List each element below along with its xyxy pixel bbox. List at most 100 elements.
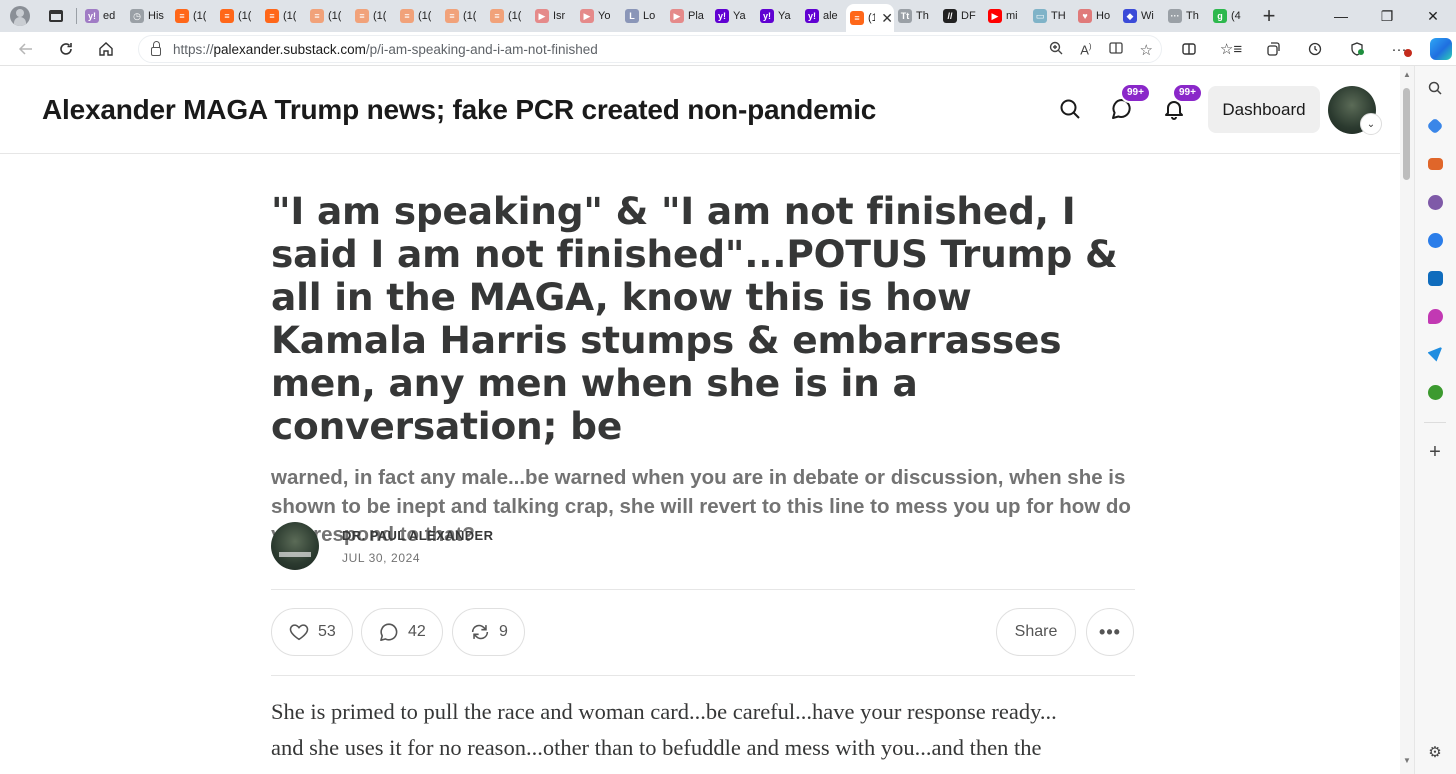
- browser-tab[interactable]: ◆ Wi: [1119, 3, 1164, 29]
- browser-tab[interactable]: ≡ (1(: [486, 3, 531, 29]
- page-scrollbar[interactable]: ▲ ▼: [1400, 66, 1414, 774]
- df-icon: //: [943, 9, 957, 23]
- tab-title: Yo: [598, 10, 611, 22]
- tab-title: (1(: [508, 10, 522, 22]
- site-info-button[interactable]: [139, 40, 173, 56]
- designer-icon[interactable]: [1425, 306, 1445, 326]
- divider-top: [271, 589, 1135, 590]
- tab-actions-button[interactable]: [40, 0, 72, 32]
- copilot-button[interactable]: [1420, 38, 1456, 60]
- browser-tab[interactable]: ≡ (1(: [351, 3, 396, 29]
- comment-button[interactable]: 42: [361, 608, 443, 656]
- restore-button[interactable]: ❐: [1364, 0, 1410, 32]
- more-options-button[interactable]: •••: [1086, 608, 1134, 656]
- favorites-icon[interactable]: ☆≡: [1210, 40, 1252, 58]
- games-icon[interactable]: [1425, 192, 1445, 212]
- browser-tab[interactable]: ≡ (1(: [396, 3, 441, 29]
- close-window-button[interactable]: ✕: [1410, 0, 1456, 32]
- yahoo-icon: y!: [760, 9, 774, 23]
- dashboard-button[interactable]: Dashboard: [1208, 86, 1320, 133]
- browser-tab[interactable]: // DF: [939, 3, 984, 29]
- browser-tab[interactable]: L Lo: [621, 3, 666, 29]
- tab-title: Lo: [643, 10, 656, 22]
- restack-icon: [469, 621, 491, 643]
- send-icon[interactable]: [1425, 344, 1445, 364]
- browser-tab[interactable]: ≡ (1(: [171, 3, 216, 29]
- tab-title: (1(: [418, 10, 432, 22]
- split-screen-icon[interactable]: [1168, 41, 1210, 57]
- browser-tab[interactable]: ··· Th: [1164, 3, 1209, 29]
- browser-tab[interactable]: ♥ Ho: [1074, 3, 1119, 29]
- browser-tab[interactable]: ≡ (1(: [441, 3, 486, 29]
- microsoft-365-icon[interactable]: [1425, 230, 1445, 250]
- window-controls: — ❐ ✕: [1318, 0, 1456, 32]
- tree-icon[interactable]: [1425, 382, 1445, 402]
- minimize-button[interactable]: —: [1318, 0, 1364, 32]
- search-button[interactable]: [1058, 97, 1082, 121]
- zoom-icon[interactable]: [1048, 40, 1064, 60]
- immersive-reader-icon[interactable]: [1108, 40, 1124, 60]
- tab-title: (1(: [328, 10, 342, 22]
- shopping-tag-icon[interactable]: [1425, 116, 1445, 136]
- restack-button[interactable]: 9: [452, 608, 525, 656]
- browser-tab[interactable]: ▶ mi: [984, 3, 1029, 29]
- tab-title: ed: [103, 10, 116, 22]
- refresh-button[interactable]: [46, 32, 86, 66]
- scrollbar-thumb[interactable]: [1403, 88, 1410, 180]
- add-sidebar-app-icon[interactable]: +: [1425, 441, 1445, 463]
- scroll-up-arrow-icon[interactable]: ▲: [1402, 70, 1412, 79]
- browser-tab[interactable]: Tt Th: [894, 3, 939, 29]
- history-icon[interactable]: [1294, 41, 1336, 57]
- profile-button[interactable]: [0, 0, 40, 32]
- history-icon: ◷: [130, 9, 144, 23]
- favorite-star-icon[interactable]: ☆: [1140, 41, 1153, 59]
- outlook-icon[interactable]: [1425, 268, 1445, 288]
- browser-tab[interactable]: ▭ TH: [1029, 3, 1074, 29]
- alert-dot-icon: [1404, 48, 1412, 57]
- yahoo-icon: y!: [715, 9, 729, 23]
- sidebar-settings-gear-icon[interactable]: ⚙: [1425, 742, 1445, 762]
- sidebar-search-icon[interactable]: [1425, 78, 1445, 98]
- notifications-button[interactable]: 99+: [1162, 83, 1203, 121]
- author-avatar[interactable]: [271, 522, 319, 570]
- scroll-down-arrow-icon[interactable]: ▼: [1402, 756, 1412, 765]
- browser-tab[interactable]: y! ed: [81, 3, 126, 29]
- tools-briefcase-icon[interactable]: [1425, 154, 1445, 174]
- browser-tab[interactable]: y! Ya: [756, 3, 801, 29]
- yahoo-icon: y!: [805, 9, 819, 23]
- substack-icon: ≡: [850, 11, 864, 25]
- browser-tab[interactable]: ≡ (1( ✕: [846, 4, 894, 32]
- share-button[interactable]: Share: [996, 608, 1076, 656]
- browser-tab[interactable]: y! ale: [801, 3, 846, 29]
- shield-icon: ◆: [1123, 9, 1137, 23]
- body-paragraph-line: She is primed to pull the race and woman…: [271, 699, 1057, 724]
- browser-tab[interactable]: ≡ (1(: [261, 3, 306, 29]
- back-button[interactable]: [6, 32, 46, 66]
- youtube-icon: ▶: [580, 9, 594, 23]
- browser-tab[interactable]: ▶ Yo: [576, 3, 621, 29]
- like-button[interactable]: 53: [271, 608, 353, 656]
- browser-toolbar: https://palexander.substack.com/p/i-am-s…: [0, 32, 1456, 66]
- browser-tab[interactable]: ≡ (1(: [306, 3, 351, 29]
- browser-tab[interactable]: g (4: [1209, 3, 1254, 29]
- browser-essentials-icon[interactable]: [1336, 41, 1378, 57]
- author-name[interactable]: DR. PAUL ALEXANDER: [342, 528, 493, 543]
- address-bar[interactable]: https://palexander.substack.com/p/i-am-s…: [138, 35, 1162, 63]
- article: "I am speaking" & "I am not finished, I …: [271, 190, 1135, 760]
- tab-title: (1(: [868, 12, 875, 24]
- read-aloud-icon[interactable]: A): [1080, 42, 1091, 57]
- home-button[interactable]: [86, 32, 126, 66]
- settings-more-icon[interactable]: ···: [1378, 41, 1420, 58]
- new-tab-button[interactable]: +: [1254, 3, 1284, 29]
- chat-button[interactable]: 99+: [1110, 83, 1151, 121]
- site-title[interactable]: Alexander MAGA Trump news; fake PCR crea…: [42, 94, 876, 126]
- browser-tab[interactable]: y! Ya: [711, 3, 756, 29]
- browser-tab[interactable]: ≡ (1(: [216, 3, 261, 29]
- substack-icon: ≡: [355, 9, 369, 23]
- browser-tab[interactable]: ▶ Isr: [531, 3, 576, 29]
- browser-tab[interactable]: ▶ Pla: [666, 3, 711, 29]
- browser-tab[interactable]: ◷ His: [126, 3, 171, 29]
- avatar-chevron-icon[interactable]: ⌄: [1360, 113, 1382, 135]
- collections-icon[interactable]: [1252, 41, 1294, 57]
- close-tab-icon[interactable]: ✕: [881, 10, 893, 27]
